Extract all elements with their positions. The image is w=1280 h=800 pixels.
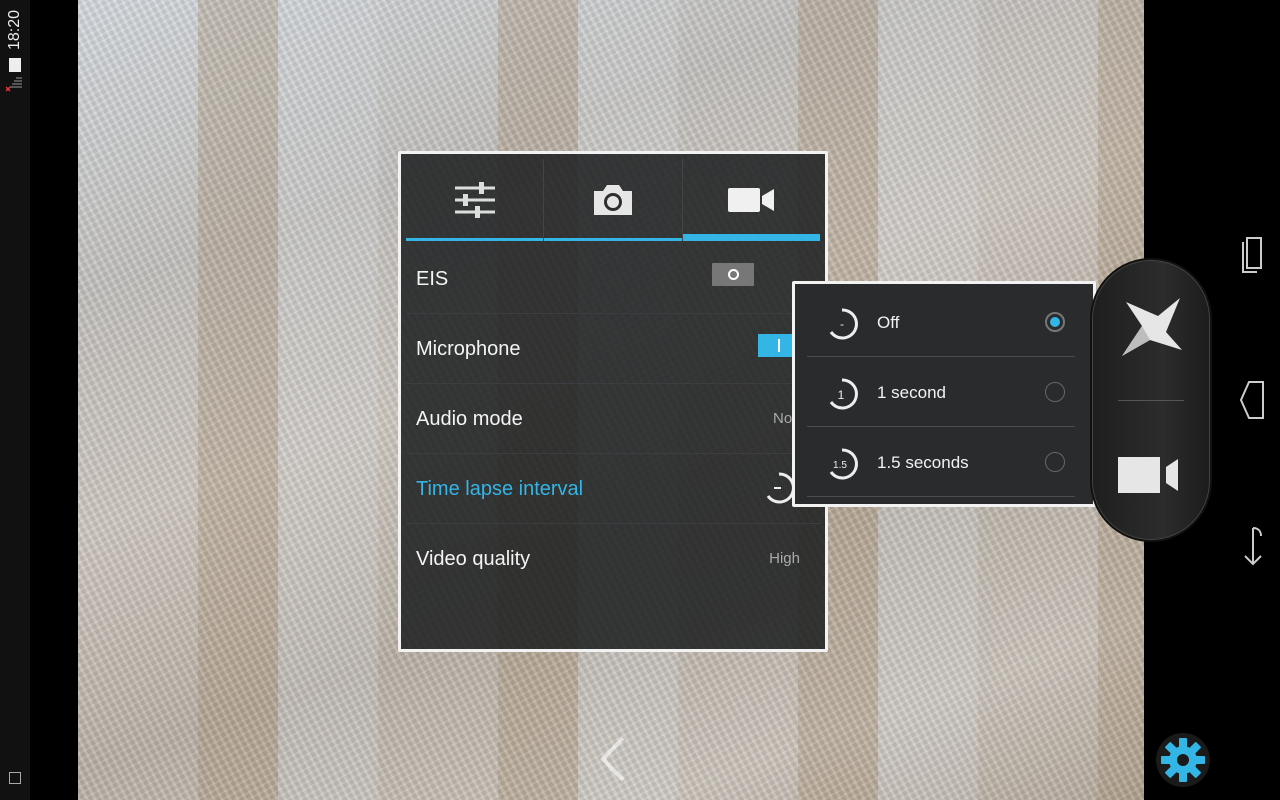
toggle-off-icon [727,269,739,280]
timelapse-1s-icon-text: 1 [838,388,845,402]
signal-icon [6,77,22,92]
timelapse-1s-icon: 1 [829,378,858,410]
battery-icon [9,58,21,72]
camera-mode-switch-icon[interactable] [1120,296,1184,360]
setting-label: EIS [416,268,449,290]
setting-label: Time lapse interval [416,478,584,500]
notification-icon [9,772,21,784]
recent-apps-icon[interactable] [1237,230,1269,274]
setting-value: High [769,550,800,567]
tab-indicator [406,238,544,241]
left-bezel [30,0,78,800]
status-time-text: 18:20 [6,9,24,51]
toggle-on-icon [778,339,780,352]
shutter-control-pod [1090,258,1212,542]
setting-eis[interactable]: EIS [406,244,820,314]
setting-label: Microphone [416,338,521,360]
settings-tabs [406,159,820,241]
time-lapse-popup: - Off 1 1 second 1.5 1.5 seconds [792,281,1096,507]
settings-list: EIS Microphone Audio mode Norma Time lap… [406,244,820,594]
tab-general-settings[interactable] [406,159,545,241]
sliders-icon [454,182,495,218]
back-icon[interactable] [1237,524,1269,568]
timelapse-off-icon-text: - [840,317,844,331]
radio-button-checked[interactable] [1045,312,1065,332]
gear-icon[interactable] [1155,732,1211,788]
camera-icon [593,185,632,215]
navigation-bar [1225,0,1280,800]
video-camera-icon [728,188,775,212]
tab-indicator-active [682,234,820,241]
time-lapse-option-1-5-seconds[interactable]: 1.5 1.5 seconds [807,427,1075,497]
home-icon[interactable] [1237,378,1269,422]
setting-label: Audio mode [416,408,523,430]
time-lapse-option-off[interactable]: - Off [807,287,1075,357]
camera-settings-panel: EIS Microphone Audio mode Norma Time lap… [398,151,828,652]
status-bar: 18:20 [0,0,30,800]
setting-video-quality[interactable]: Video quality High [406,524,820,594]
setting-microphone[interactable]: Microphone [406,314,820,384]
time-lapse-option-1-second[interactable]: 1 1 second [807,357,1075,427]
status-time: 18:20 [3,6,27,54]
option-label: 1 second [877,383,946,402]
timelapse-1-5s-icon: 1.5 [829,448,858,480]
radio-button[interactable] [1045,452,1065,472]
timelapse-1-5s-icon-text: 1.5 [833,460,847,471]
radio-button[interactable] [1045,382,1065,402]
tab-photo-settings[interactable] [544,159,683,241]
setting-label: Video quality [416,548,531,570]
tab-video-settings[interactable] [682,159,820,241]
setting-audio-mode[interactable]: Audio mode Norma [406,384,820,454]
record-video-button[interactable] [1116,450,1188,500]
timelapse-icon [766,472,795,504]
setting-time-lapse-interval[interactable]: Time lapse interval [406,454,820,524]
option-label: Off [877,313,900,332]
eis-toggle[interactable] [712,263,754,286]
chevron-left-icon[interactable] [597,734,629,784]
tab-indicator [544,238,682,241]
option-label: 1.5 seconds [877,453,969,472]
timelapse-off-icon: - [829,308,858,340]
pod-divider [1118,400,1184,401]
